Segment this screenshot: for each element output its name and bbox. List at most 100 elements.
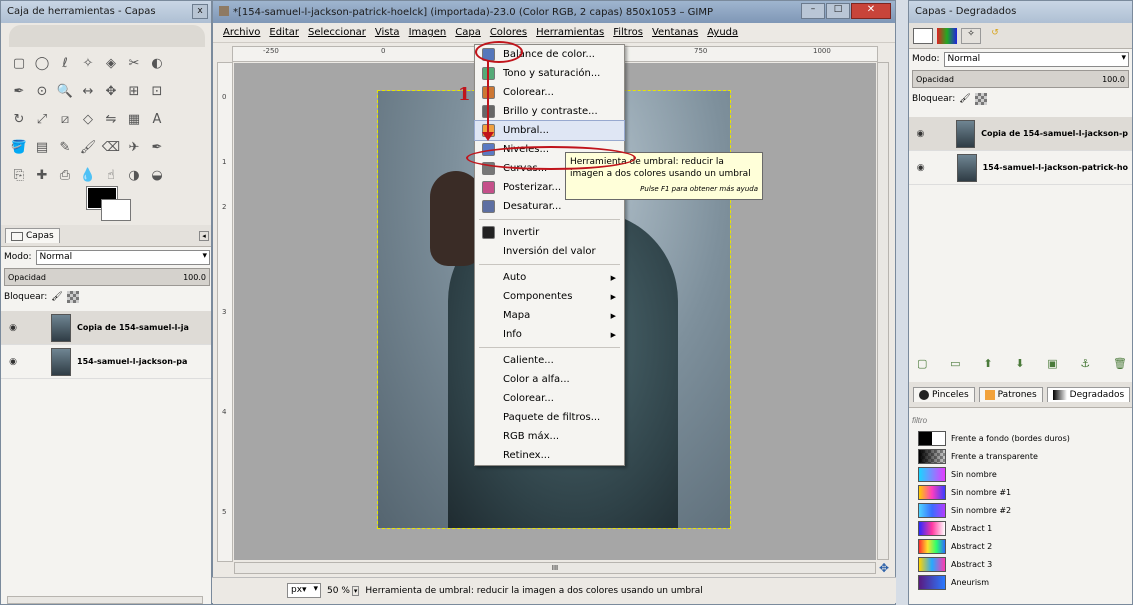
foreground-select-icon[interactable]: ◐ bbox=[147, 53, 167, 73]
eye-icon[interactable]: ◉ bbox=[913, 129, 928, 139]
cage-icon[interactable]: ▦ bbox=[124, 109, 144, 129]
smudge-icon[interactable]: ☝ bbox=[101, 165, 121, 185]
align-icon[interactable]: ⊞ bbox=[124, 81, 144, 101]
navigate-icon[interactable]: ✥ bbox=[879, 561, 889, 575]
layer-row[interactable]: ◉ Copia de 154-samuel-l-ja bbox=[1, 311, 211, 345]
text-icon[interactable]: A bbox=[147, 109, 167, 129]
menu-item[interactable]: Componentes ▶ bbox=[475, 287, 624, 306]
menu-editar[interactable]: Editar bbox=[269, 27, 299, 38]
scissors-icon[interactable]: ✂ bbox=[124, 53, 144, 73]
tab-gradients[interactable]: Degradados bbox=[1046, 387, 1131, 402]
channels-tab-icon[interactable] bbox=[937, 27, 957, 44]
menu-item[interactable]: Caliente... bbox=[475, 351, 624, 370]
perspective-clone-icon[interactable]: ⎙ bbox=[55, 165, 75, 185]
menu-item[interactable]: Colorear... bbox=[475, 83, 624, 102]
panel-menu-icon[interactable]: ◂ bbox=[199, 230, 209, 241]
menu-item[interactable]: RGB máx... bbox=[475, 427, 624, 446]
menu-herramientas[interactable]: Herramientas bbox=[536, 27, 604, 38]
lock-pixels-icon[interactable]: 🖌 bbox=[51, 292, 62, 302]
zoom-icon[interactable]: 🔍 bbox=[55, 81, 75, 101]
image-titlebar[interactable]: *[154-samuel-l-jackson-patrick-hoelck] (… bbox=[213, 1, 895, 23]
menu-vista[interactable]: Vista bbox=[375, 27, 400, 38]
opacity-slider[interactable]: Opacidad 100.0 bbox=[4, 268, 210, 286]
delete-layer-icon[interactable]: 🗑 bbox=[1113, 357, 1127, 370]
close-icon[interactable]: ✕ bbox=[851, 3, 891, 19]
zoom-select[interactable]: 50 % ▾ bbox=[327, 585, 360, 596]
tab-brushes[interactable]: Pinceles bbox=[913, 387, 975, 402]
horizontal-scrollbar[interactable]: III bbox=[234, 562, 876, 574]
burn-icon[interactable]: ◒ bbox=[147, 165, 167, 185]
undo-tab-icon[interactable]: ↺ bbox=[985, 28, 1005, 44]
mode-select[interactable]: Normal bbox=[35, 249, 210, 265]
pencil-icon[interactable]: ✎ bbox=[55, 137, 75, 157]
clone-icon[interactable]: ⎘ bbox=[9, 165, 29, 185]
airbrush-icon[interactable]: ✈ bbox=[124, 137, 144, 157]
toolbox-titlebar[interactable]: Caja de herramientas - Capas x bbox=[1, 1, 211, 23]
menu-capa[interactable]: Capa bbox=[455, 27, 481, 38]
perspective-icon[interactable]: ◇ bbox=[78, 109, 98, 129]
eye-icon[interactable]: ◉ bbox=[913, 163, 928, 173]
blur-icon[interactable]: 💧 bbox=[78, 165, 98, 185]
eye-icon[interactable]: ◉ bbox=[5, 323, 21, 333]
layer-row[interactable]: ◉ 154-samuel-l-jackson-pa bbox=[1, 345, 211, 379]
menu-item[interactable]: Mapa ▶ bbox=[475, 306, 624, 325]
flip-icon[interactable]: ⇋ bbox=[101, 109, 121, 129]
close-icon[interactable]: x bbox=[192, 4, 208, 19]
lock-pixels-icon[interactable]: 🖌 bbox=[959, 94, 970, 104]
gradient-item[interactable]: Abstract 2 bbox=[915, 537, 1115, 555]
anchor-icon[interactable]: ⚓ bbox=[1080, 357, 1090, 370]
gradient-item[interactable]: Abstract 3 bbox=[915, 555, 1115, 573]
lower-layer-icon[interactable]: ⬇ bbox=[1015, 357, 1024, 370]
menu-item[interactable]: Auto ▶ bbox=[475, 268, 624, 287]
measure-icon[interactable]: ↔ bbox=[78, 81, 98, 101]
gradient-item[interactable]: Frente a fondo (bordes duros) bbox=[915, 429, 1115, 447]
gradient-item[interactable]: Abstract 1 bbox=[915, 519, 1115, 537]
menu-item[interactable]: Color a alfa... bbox=[475, 370, 624, 389]
paths-tab-icon[interactable]: ✧ bbox=[961, 27, 981, 44]
menu-filtros[interactable]: Filtros bbox=[613, 27, 643, 38]
bucket-fill-icon[interactable]: 🪣 bbox=[9, 137, 29, 157]
menu-item[interactable]: Colorear... bbox=[475, 389, 624, 408]
lock-alpha-icon[interactable] bbox=[66, 291, 79, 303]
vertical-scrollbar[interactable] bbox=[877, 62, 889, 560]
menu-item[interactable]: Umbral... bbox=[474, 120, 625, 141]
new-layer-icon[interactable]: ▢ bbox=[917, 357, 927, 370]
tab-patterns[interactable]: Patrones bbox=[978, 387, 1043, 402]
layers-tab-icon[interactable] bbox=[913, 27, 933, 44]
paths-icon[interactable]: ✒ bbox=[9, 81, 29, 101]
layer-row[interactable]: ◉ 154-samuel-l-jackson-patrick-ho bbox=[909, 151, 1132, 185]
menu-item[interactable]: Brillo y contraste... bbox=[475, 102, 624, 121]
maximize-icon[interactable]: □ bbox=[826, 3, 850, 19]
dock-opacity-slider[interactable]: Opacidad 100.0 bbox=[912, 70, 1129, 88]
heal-icon[interactable]: ✚ bbox=[32, 165, 52, 185]
filter-input[interactable] bbox=[912, 415, 1131, 425]
eraser-icon[interactable]: ⌫ bbox=[101, 137, 121, 157]
rect-select-icon[interactable]: ▢ bbox=[9, 53, 29, 73]
tab-layers[interactable]: Capas bbox=[5, 228, 60, 243]
menu-item[interactable]: Tono y saturación... bbox=[475, 64, 624, 83]
menu-item[interactable]: Info ▶ bbox=[475, 325, 624, 344]
menu-item[interactable]: Paquete de filtros... bbox=[475, 408, 624, 427]
paintbrush-icon[interactable]: 🖌 bbox=[78, 137, 98, 157]
gradient-item[interactable]: Sin nombre #1 bbox=[915, 483, 1115, 501]
dock-mode-select[interactable]: Normal bbox=[943, 51, 1129, 67]
new-group-icon[interactable]: ▭ bbox=[950, 357, 960, 370]
menu-ayuda[interactable]: Ayuda bbox=[707, 27, 738, 38]
fuzzy-select-icon[interactable]: ✧ bbox=[78, 53, 98, 73]
scale-icon[interactable]: ⤢ bbox=[32, 109, 52, 129]
menu-archivo[interactable]: Archivo bbox=[223, 27, 260, 38]
gradient-item[interactable]: Sin nombre bbox=[915, 465, 1115, 483]
background-color-swatch[interactable] bbox=[101, 199, 131, 221]
menu-item[interactable]: Retinex... bbox=[475, 446, 624, 465]
menu-imagen[interactable]: Imagen bbox=[409, 27, 447, 38]
ink-icon[interactable]: ✒ bbox=[147, 137, 167, 157]
raise-layer-icon[interactable]: ⬆ bbox=[983, 357, 992, 370]
lock-alpha-icon[interactable] bbox=[974, 93, 987, 105]
gradient-item[interactable]: Aneurism bbox=[915, 573, 1115, 591]
eye-icon[interactable]: ◉ bbox=[5, 357, 21, 367]
duplicate-layer-icon[interactable]: ▣ bbox=[1047, 357, 1057, 370]
menu-item[interactable]: Inversión del valor bbox=[475, 242, 624, 261]
gradient-item[interactable]: Frente a transparente bbox=[915, 447, 1115, 465]
shear-icon[interactable]: ⧄ bbox=[55, 109, 75, 129]
gradient-item[interactable]: Sin nombre #2 bbox=[915, 501, 1115, 519]
